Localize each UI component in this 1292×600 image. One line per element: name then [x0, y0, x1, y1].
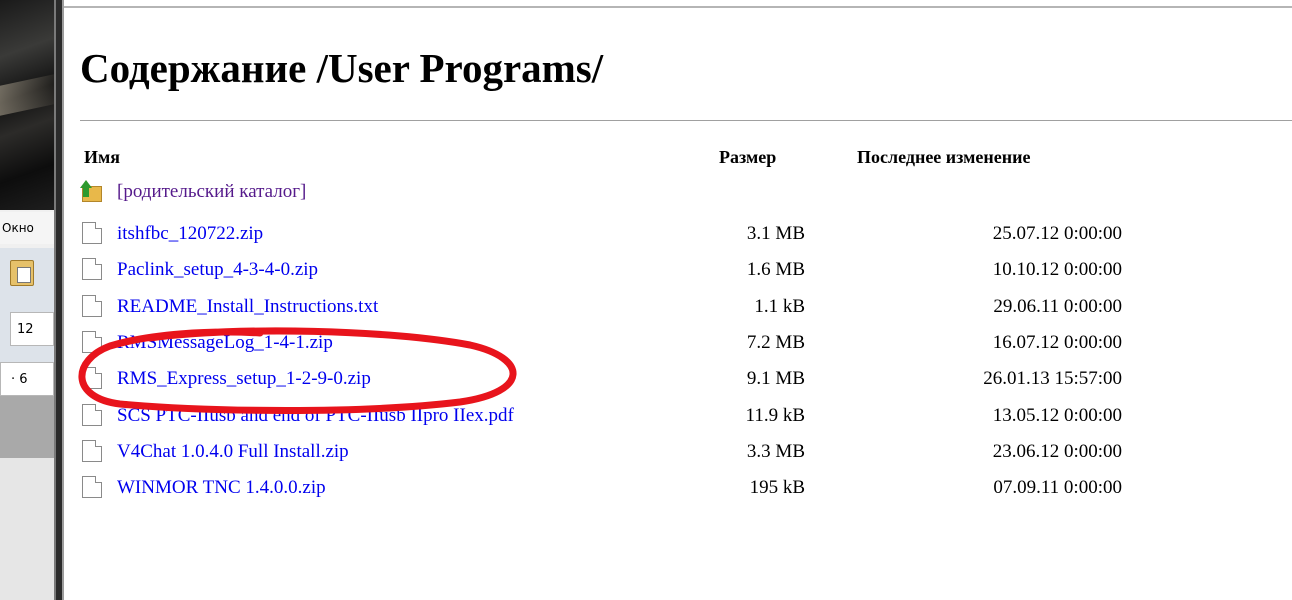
file-modified: 25.07.12 0:00:00: [992, 223, 1122, 244]
file-size: 1.1 kB: [754, 296, 805, 317]
blank-file-icon[interactable]: [82, 440, 102, 462]
blank-file-icon[interactable]: [82, 367, 102, 389]
file-row: README_Install_Instructions.txt 1.1 kB 29.…: [0, 294, 1292, 323]
blank-file-icon[interactable]: [82, 331, 102, 353]
column-header-modified: Последнее изменение: [857, 147, 1031, 167]
file-modified: 13.05.12 0:00:00: [992, 405, 1122, 426]
file-row: Paclink_setup_4-3-4-0.zip 1.6 MB 10.10.12 …: [0, 257, 1292, 286]
file-modified: 26.01.13 15:57:00: [983, 368, 1122, 389]
file-modified: 07.09.11 0:00:00: [993, 477, 1122, 498]
blank-file-icon[interactable]: [82, 222, 102, 244]
parent-directory-link[interactable]: [родительский каталог]: [117, 181, 306, 203]
file-link[interactable]: README_Install_Instructions.txt: [117, 296, 378, 318]
blank-file-icon[interactable]: [82, 404, 102, 426]
file-row: V4Chat 1.0.4.0 Full Install.zip 3.3 MB 23.…: [0, 439, 1292, 468]
file-size: 3.3 MB: [746, 441, 805, 462]
file-link[interactable]: WINMOR TNC 1.4.0.0.zip: [117, 477, 326, 499]
blank-file-icon[interactable]: [82, 258, 102, 280]
file-link[interactable]: SCS PTC-IIusb and end of PTC-IIusb IIpro…: [117, 405, 514, 427]
blank-file-icon[interactable]: [82, 295, 102, 317]
blank-file-icon[interactable]: [82, 476, 102, 498]
file-row: RMSMessageLog_1-4-1.zip 7.2 MB 16.07.12 0:…: [0, 330, 1292, 359]
file-link[interactable]: Paclink_setup_4-3-4-0.zip: [117, 259, 318, 281]
file-size: 1.6 MB: [746, 259, 805, 280]
file-link[interactable]: V4Chat 1.0.4.0 Full Install.zip: [117, 441, 349, 463]
top-divider: [64, 6, 1292, 8]
title-divider: [80, 120, 1292, 121]
folder-up-arrow-icon[interactable]: [80, 180, 102, 202]
column-header-size: Размер: [719, 147, 777, 167]
file-size: 7.2 MB: [746, 332, 805, 353]
file-link[interactable]: RMS_Express_setup_1-2-9-0.zip: [117, 368, 371, 390]
file-modified: 29.06.11 0:00:00: [993, 296, 1122, 317]
page-title: Содержание /User Programs/: [80, 45, 604, 91]
file-row: SCS PTC-IIusb and end of PTC-IIusb IIpro…: [0, 403, 1292, 432]
file-size: 3.1 MB: [746, 223, 805, 244]
file-size: 11.9 kB: [745, 405, 805, 426]
file-link[interactable]: itshfbc_120722.zip: [117, 223, 263, 245]
file-link[interactable]: RMSMessageLog_1-4-1.zip: [117, 332, 333, 354]
file-modified: 16.07.12 0:00:00: [992, 332, 1122, 353]
file-size: 195 kB: [749, 477, 805, 498]
column-header-name: Имя: [84, 147, 120, 167]
file-size: 9.1 MB: [746, 368, 805, 389]
file-row: RMS_Express_setup_1-2-9-0.zip 9.1 MB 26.01…: [0, 366, 1292, 395]
file-row: itshfbc_120722.zip 3.1 MB 25.07.12 0:00:00: [0, 221, 1292, 250]
file-modified: 23.06.12 0:00:00: [992, 441, 1122, 462]
parent-directory-row: [родительский каталог]: [0, 178, 1292, 207]
file-row: WINMOR TNC 1.4.0.0.zip 195 kB 07.09.11 0:0…: [0, 475, 1292, 504]
file-modified: 10.10.12 0:00:00: [992, 259, 1122, 280]
